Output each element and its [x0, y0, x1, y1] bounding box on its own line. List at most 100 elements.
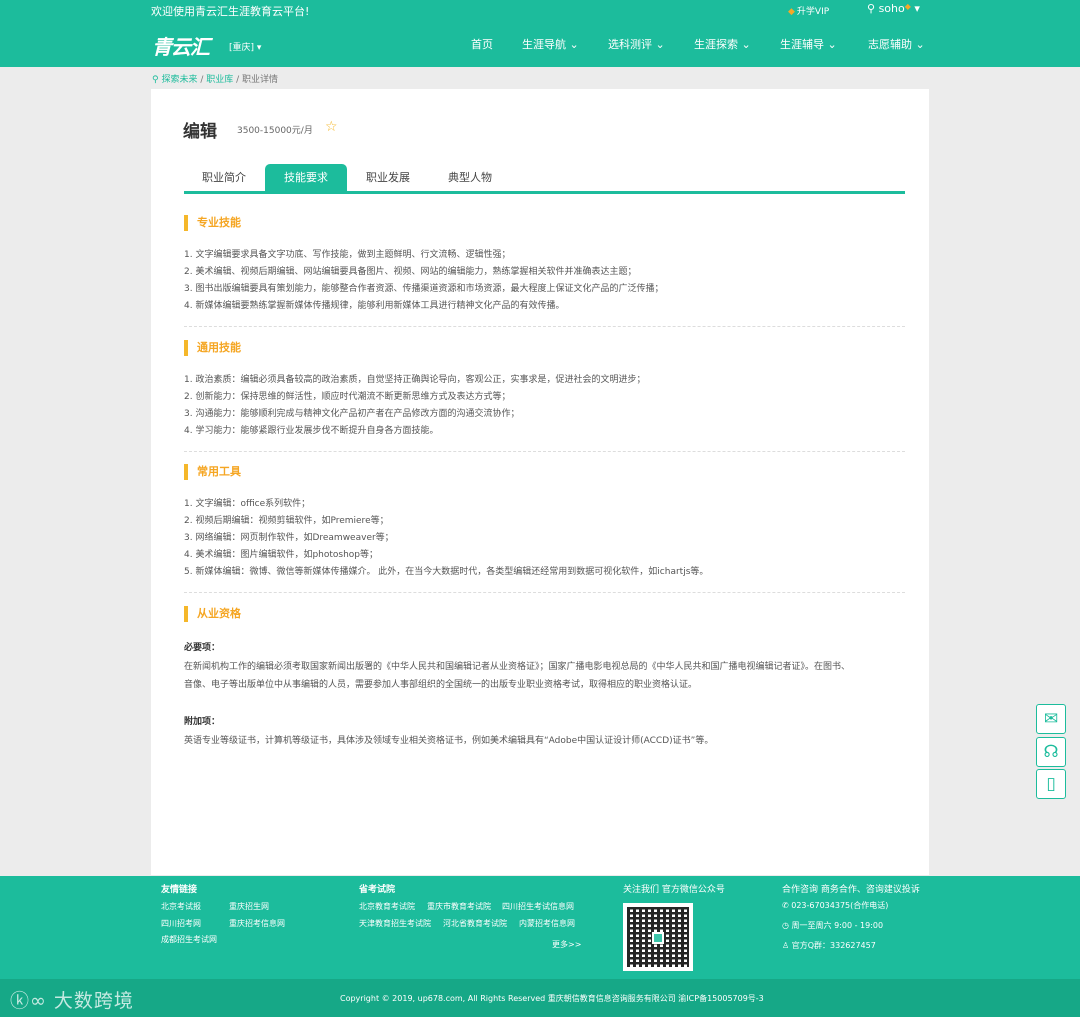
- section-common-tools: 常用工具 1. 文字编辑：office系列软件； 2. 视频后期编辑：视频剪辑软…: [184, 463, 905, 581]
- header: 青云汇 [重庆] ▾ 首页 生涯导航 ⌄ 选科测评 ⌄ 生涯探索 ⌄ 生涯辅导 …: [0, 20, 1080, 67]
- qq-text: 官方Q群：332627457: [791, 941, 876, 950]
- nav-career-coaching[interactable]: 生涯辅导 ⌄: [780, 36, 837, 52]
- nav-career-explore[interactable]: 生涯探索 ⌄: [694, 36, 751, 52]
- friend-links-title: 友情链接: [161, 885, 198, 895]
- breadcrumb-job-library[interactable]: 职业库: [206, 75, 233, 85]
- top-bar: 欢迎使用青云汇生涯教育云平台! ◆ 升学VIP ⚲ soho◆ ▾: [0, 0, 1080, 20]
- wechat-icon[interactable]: ✉: [1036, 704, 1066, 734]
- footer-link[interactable]: 重庆招生网: [229, 901, 269, 912]
- phone-icon: ✆: [782, 901, 789, 910]
- vip-link[interactable]: ◆ 升学VIP: [788, 4, 829, 17]
- divider: [184, 451, 905, 452]
- nav-subject-test[interactable]: 选科测评 ⌄: [608, 36, 665, 52]
- city-label: [重庆]: [229, 43, 255, 53]
- list-item: 3. 图书出版编辑要具有策划能力，能够整合作者资源、传播渠道资源和市场资源，最大…: [184, 284, 664, 294]
- vip-label: 升学VIP: [796, 7, 830, 17]
- watermark: ⓚ∞ 大数跨境: [10, 986, 134, 1013]
- more-link[interactable]: 更多>>: [552, 939, 581, 950]
- extra-label: 附加项：: [184, 717, 221, 727]
- footer-link[interactable]: 天津教育招生考试院: [359, 918, 431, 929]
- chevron-down-icon: ⌄: [827, 38, 837, 51]
- user-menu[interactable]: ⚲ soho◆ ▾: [867, 2, 920, 15]
- breadcrumb: ⚲ 探索未来 / 职业库 / 职业详情: [152, 75, 279, 85]
- phone-line: ✆ 023-67034375(合作电话): [782, 900, 888, 911]
- chevron-down-icon: ▾: [914, 2, 920, 15]
- list-item: 4. 学习能力：能够紧跟行业发展步伐不断提升自身各方面技能。: [184, 426, 439, 436]
- job-salary: 3500-15000元/月: [237, 126, 313, 136]
- section-title: 从业资格: [184, 605, 905, 623]
- list-item: 3. 沟通能力：能够顺利完成与精神文化产品初产者在产品修改方面的沟通交流协作；: [184, 409, 520, 419]
- copyright-bar: ⓚ∞ 大数跨境 Copyright © 2019, up678.com, All…: [0, 979, 1080, 1017]
- welcome-text: 欢迎使用青云汇生涯教育云平台!: [151, 5, 310, 18]
- list-item: 1. 文字编辑要求具备文字功底、写作技能，做到主题鲜明、行文流畅、逻辑性强；: [184, 250, 511, 260]
- tab-skills[interactable]: 技能要求: [265, 164, 347, 192]
- nav-volunteer-assist[interactable]: 志愿辅助 ⌄: [868, 36, 925, 52]
- footer-link[interactable]: 四川招生考试信息网: [502, 901, 574, 912]
- extra-text: 英语专业等级证书，计算机等级证书，具体涉及领域专业相关资格证书，例如美术编辑具有…: [184, 736, 714, 746]
- footer-link[interactable]: 河北省教育考试院: [443, 918, 507, 929]
- follow-title: 关注我们 官方微信公众号: [623, 885, 725, 895]
- city-selector[interactable]: [重庆] ▾: [229, 40, 261, 53]
- mobile-icon[interactable]: ▯: [1036, 769, 1066, 799]
- footer-link[interactable]: 重庆招考信息网: [229, 918, 285, 929]
- exam-links-title: 省考试院: [359, 885, 396, 895]
- watermark-logo-icon: ⓚ∞: [10, 990, 47, 1012]
- watermark-text: 大数跨境: [53, 990, 134, 1012]
- section-title: 通用技能: [184, 339, 905, 357]
- contact-title: 合作咨询 商务合作、咨询建议投诉: [782, 885, 920, 895]
- footer-link[interactable]: 内蒙招考信息网: [519, 918, 575, 929]
- tab-intro[interactable]: 职业简介: [184, 164, 264, 192]
- tab-bar: 职业简介 技能要求 职业发展 典型人物: [184, 164, 905, 194]
- favorite-star-icon[interactable]: ☆: [325, 119, 338, 135]
- tab-people[interactable]: 典型人物: [430, 164, 510, 192]
- list-item: 2. 创新能力：保持思维的鲜活性，顺应时代潮流不断更新思维方式及表达方式等；: [184, 392, 511, 402]
- qq-icon: ♙: [782, 941, 790, 950]
- required-text-line: 在新闻机构工作的编辑必须考取国家新闻出版署的《中华人民共和国编辑记者从业资格证》…: [184, 662, 851, 672]
- chevron-down-icon: ⌄: [741, 38, 751, 51]
- section-general-skills: 通用技能 1. 政治素质：编辑必须具备较高的政治素质，自觉坚持正确舆论导向，客观…: [184, 339, 905, 440]
- job-title: 编辑: [183, 122, 217, 142]
- tab-development[interactable]: 职业发展: [348, 164, 428, 192]
- footer: 友情链接 北京考试报 重庆招生网 四川招考网 重庆招考信息网 成都招生考试网 省…: [0, 876, 1080, 979]
- list-item: 5. 新媒体编辑：微博、微信等新媒体传播媒介。 此外，在当今大数据时代，各类型编…: [184, 567, 709, 577]
- footer-link[interactable]: 北京教育考试院: [359, 901, 415, 912]
- list-item: 4. 新媒体编辑要熟练掌握新媒体传播规律，能够利用新媒体工具进行精神文化产品的有…: [184, 301, 565, 311]
- chevron-down-icon: ⌄: [915, 38, 925, 51]
- logo[interactable]: 青云汇: [152, 31, 210, 60]
- copyright-text: Copyright © 2019, up678.com, All Rights …: [340, 994, 764, 1003]
- hours-text: 周一至周六 9:00 - 19:00: [791, 921, 884, 930]
- list-item: 2. 美术编辑、视频后期编辑、网站编辑要具备图片、视频、网站的编辑能力，熟练掌握…: [184, 267, 637, 277]
- diamond-icon: ◆: [788, 7, 795, 17]
- nav-label: 生涯辅导: [780, 38, 824, 51]
- chevron-down-icon: ⌄: [569, 38, 579, 51]
- list-item: 1. 政治素质：编辑必须具备较高的政治素质，自觉坚持正确舆论导向，客观公正，实事…: [184, 375, 646, 385]
- section-qualifications: 从业资格 必要项： 在新闻机构工作的编辑必须考取国家新闻出版署的《中华人民共和国…: [184, 605, 905, 750]
- chevron-down-icon: ▾: [256, 43, 262, 53]
- footer-link[interactable]: 北京考试报: [161, 901, 201, 912]
- breadcrumb-explore[interactable]: 探索未来: [161, 75, 197, 85]
- list-item: 2. 视频后期编辑：视频剪辑软件，如Premiere等；: [184, 516, 389, 526]
- section-title: 专业技能: [184, 214, 905, 232]
- nav-label: 选科测评: [608, 38, 652, 51]
- qq-line: ♙ 官方Q群：332627457: [782, 940, 876, 951]
- list-item: 3. 网络编辑：网页制作软件，如Dreamweaver等；: [184, 533, 394, 543]
- nav-label: 生涯探索: [694, 38, 738, 51]
- list-item: 1. 文字编辑：office系列软件；: [184, 499, 311, 509]
- footer-link[interactable]: 四川招考网: [161, 918, 201, 929]
- list-item: 4. 美术编辑：图片编辑软件，如photoshop等；: [184, 550, 379, 560]
- required-text-line: 音像、电子等出版单位中从事编辑的人员，需要参加人事部组织的全国统一的出版专业职业…: [184, 680, 698, 690]
- clock-icon: ◷: [782, 921, 789, 930]
- footer-link[interactable]: 重庆市教育考试院: [427, 901, 491, 912]
- hours-line: ◷ 周一至周六 9:00 - 19:00: [782, 920, 883, 931]
- phone-text: 023-67034375(合作电话): [791, 901, 889, 910]
- job-detail-card: 编辑 3500-15000元/月 ☆ 职业简介 技能要求 职业发展 典型人物 专…: [151, 89, 929, 875]
- wechat-qr-code: [623, 903, 693, 971]
- nav-home[interactable]: 首页: [471, 36, 493, 52]
- customer-service-icon[interactable]: ☊: [1036, 737, 1066, 767]
- location-pin-icon: ⚲: [152, 75, 159, 85]
- footer-link[interactable]: 成都招生考试网: [161, 934, 217, 945]
- divider: [184, 592, 905, 593]
- divider: [184, 326, 905, 327]
- nav-career-guide[interactable]: 生涯导航 ⌄: [522, 36, 579, 52]
- vip-badge-icon: ◆: [904, 2, 911, 11]
